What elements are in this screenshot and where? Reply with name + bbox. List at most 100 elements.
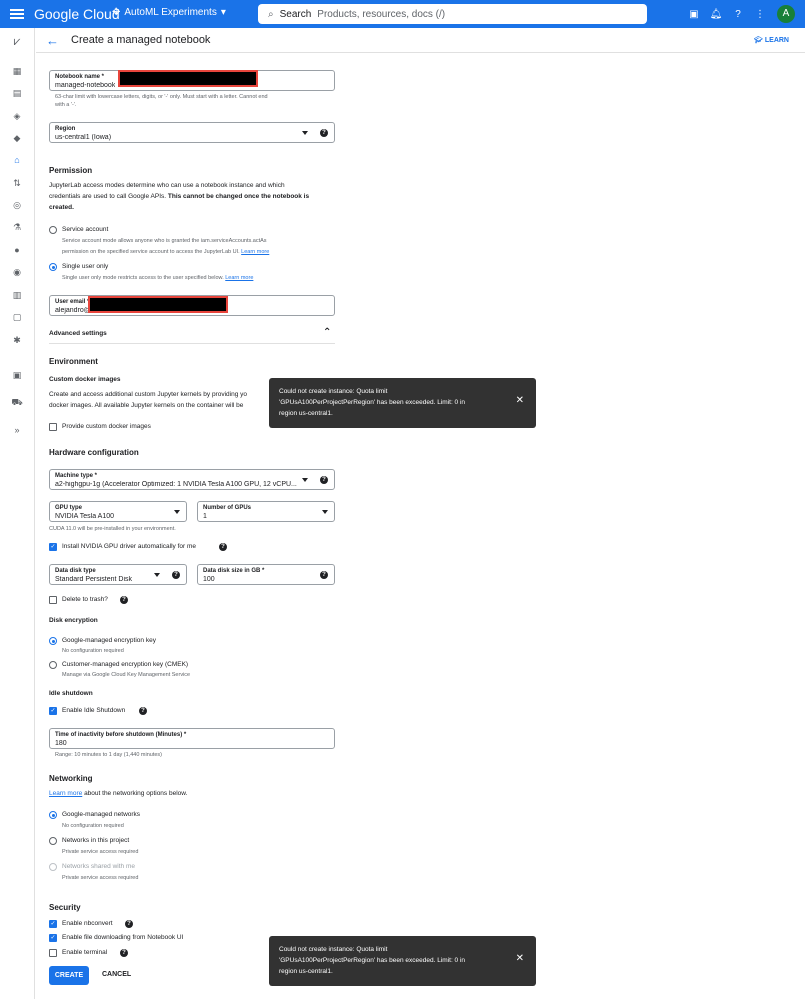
search-icon: ⌕ bbox=[268, 8, 274, 20]
shared-networks-desc: Private service access required bbox=[62, 875, 139, 881]
help-icon[interactable]: ? bbox=[172, 571, 180, 579]
models-icon[interactable]: ● bbox=[10, 243, 24, 257]
permission-desc-3-bold: created. bbox=[49, 204, 74, 211]
chevron-up-icon[interactable]: ⌃ bbox=[323, 327, 331, 338]
google-key-radio[interactable] bbox=[49, 637, 57, 645]
project-selector[interactable]: ✥ AutoML Experiments ▾ bbox=[112, 7, 226, 18]
networking-about: about the networking options below. bbox=[84, 790, 188, 797]
expand-rail-icon[interactable]: » bbox=[10, 423, 24, 437]
learn-more-link[interactable]: Learn more bbox=[225, 275, 253, 281]
search-input[interactable]: ⌕ Search Products, resources, docs (/) bbox=[258, 4, 647, 24]
close-icon[interactable]: ✕ bbox=[516, 395, 524, 406]
pipelines-icon[interactable]: ⇅ bbox=[10, 176, 24, 190]
metadata-icon[interactable]: ▢ bbox=[10, 310, 24, 324]
redaction-box bbox=[118, 70, 258, 87]
cancel-button[interactable]: CANCEL bbox=[102, 971, 131, 978]
machine-type-select[interactable]: Machine type * a2-highgpu-1g (Accelerato… bbox=[49, 469, 335, 490]
menu-icon[interactable] bbox=[10, 7, 24, 21]
toast-line-2: 'GPUsA100PerProjectPerRegion' has been e… bbox=[279, 399, 466, 406]
service-desc-text: permission on the specified service acco… bbox=[62, 249, 240, 255]
chevron-down-icon: ▾ bbox=[220, 7, 226, 18]
help-icon[interactable]: ? bbox=[320, 129, 328, 137]
learn-more-link[interactable]: Learn more bbox=[241, 249, 269, 255]
permission-desc-3: created. bbox=[49, 204, 74, 211]
inactivity-range: Range: 10 minutes to 1 day (1,440 minute… bbox=[55, 752, 163, 758]
networking-heading: Networking bbox=[49, 774, 93, 783]
provide-docker-checkbox[interactable] bbox=[49, 423, 57, 431]
training-icon[interactable]: ◎ bbox=[10, 198, 24, 212]
idle-shutdown-heading: Idle shutdown bbox=[49, 690, 93, 697]
region-select[interactable]: Region us-central1 (Iowa) ? bbox=[49, 122, 335, 143]
back-arrow-icon[interactable]: ← bbox=[46, 33, 59, 48]
matching-engine-icon[interactable]: ✱ bbox=[10, 333, 24, 347]
inactivity-time-field[interactable]: Time of inactivity before shutdown (Minu… bbox=[49, 728, 335, 749]
file-download-label: Enable file downloading from Notebook UI bbox=[62, 934, 184, 941]
single-user-radio[interactable] bbox=[49, 263, 57, 271]
service-account-label: Service account bbox=[62, 226, 109, 233]
error-toast: Could not create instance: Quota limit '… bbox=[269, 378, 536, 428]
google-networks-radio[interactable] bbox=[49, 811, 57, 819]
marketplace-icon[interactable]: ▣ bbox=[10, 368, 24, 382]
dashboard-icon[interactable]: ▦ bbox=[10, 64, 24, 78]
error-toast: Could not create instance: Quota limit '… bbox=[269, 936, 536, 986]
learn-button[interactable]: 🎓︎ LEARN bbox=[754, 36, 789, 44]
service-account-radio[interactable] bbox=[49, 226, 57, 234]
shared-networks-radio bbox=[49, 863, 57, 871]
close-icon[interactable]: ✕ bbox=[516, 953, 524, 964]
learn-more-link[interactable]: Learn more bbox=[49, 790, 82, 797]
shared-networks-label: Networks shared with me bbox=[62, 863, 135, 870]
enable-idle-checkbox[interactable]: ✓ bbox=[49, 707, 57, 715]
labeling-icon[interactable]: ◆ bbox=[10, 131, 24, 145]
workbench-icon[interactable]: ⌂ bbox=[10, 153, 24, 167]
gpu-type-select[interactable]: GPU type NVIDIA Tesla A100 bbox=[49, 501, 187, 522]
google-key-label: Google-managed encryption key bbox=[62, 637, 156, 644]
disk-encryption-heading: Disk encryption bbox=[49, 617, 98, 624]
install-driver-checkbox[interactable]: ✓ bbox=[49, 543, 57, 551]
disk-size-field[interactable]: Data disk size in GB * 100 ? bbox=[197, 564, 335, 585]
create-button[interactable]: CREATE bbox=[49, 966, 89, 985]
num-gpus-select[interactable]: Number of GPUs 1 bbox=[197, 501, 335, 522]
provide-docker-label: Provide custom docker images bbox=[62, 423, 151, 430]
help-icon[interactable]: ? bbox=[320, 476, 328, 484]
help-icon[interactable]: ? bbox=[727, 9, 749, 20]
advanced-settings-toggle[interactable]: Advanced settings bbox=[49, 330, 107, 337]
avatar[interactable]: A bbox=[777, 5, 795, 23]
datasets-icon[interactable]: ▤ bbox=[10, 86, 24, 100]
batch-icon[interactable]: ▥ bbox=[10, 288, 24, 302]
experiments-icon[interactable]: ⚗ bbox=[10, 220, 24, 234]
nbconvert-checkbox[interactable]: ✓ bbox=[49, 920, 57, 928]
disk-size-label: Data disk size in GB * bbox=[203, 568, 265, 574]
cart-icon[interactable]: ⛟ bbox=[10, 395, 24, 409]
endpoints-icon[interactable]: ◉ bbox=[10, 265, 24, 279]
delete-trash-checkbox[interactable] bbox=[49, 596, 57, 604]
name-hint-2: with a '-'. bbox=[55, 102, 77, 108]
cmek-desc: Manage via Google Cloud Key Management S… bbox=[62, 672, 191, 678]
file-download-checkbox[interactable]: ✓ bbox=[49, 934, 57, 942]
help-icon[interactable]: ? bbox=[120, 949, 128, 957]
nbconvert-label: Enable nbconvert bbox=[62, 920, 113, 927]
vertex-ai-logo-icon[interactable]: ⩗ bbox=[10, 34, 24, 48]
help-icon[interactable]: ? bbox=[139, 707, 147, 715]
user-email-label: User email * bbox=[55, 299, 90, 305]
permission-desc-2-text: credentials are used to call Google APIs… bbox=[49, 193, 167, 200]
single-user-label: Single user only bbox=[62, 263, 109, 270]
cloud-shell-icon[interactable]: ▣ bbox=[683, 9, 705, 20]
custom-docker-heading: Custom docker images bbox=[49, 376, 121, 383]
cmek-radio[interactable] bbox=[49, 661, 57, 669]
more-vert-icon[interactable]: ⋮ bbox=[749, 9, 771, 20]
help-icon[interactable]: ? bbox=[125, 920, 133, 928]
docker-desc-2: docker images. All available Jupyter ker… bbox=[49, 402, 244, 409]
terminal-checkbox[interactable] bbox=[49, 949, 57, 957]
project-networks-desc: Private service access required bbox=[62, 849, 139, 855]
page-header: ← Create a managed notebook 🎓︎ LEARN bbox=[36, 28, 805, 53]
google-cloud-logo[interactable]: Google Cloud bbox=[34, 6, 120, 22]
help-icon[interactable]: ? bbox=[219, 543, 227, 551]
permission-desc-2-bold: This cannot be changed once the notebook… bbox=[167, 193, 310, 200]
notifications-icon[interactable]: 🔔︎ bbox=[705, 9, 727, 20]
features-icon[interactable]: ◈ bbox=[10, 109, 24, 123]
disk-type-select[interactable]: Data disk type Standard Persistent Disk … bbox=[49, 564, 187, 585]
project-networks-radio[interactable] bbox=[49, 837, 57, 845]
help-icon[interactable]: ? bbox=[320, 571, 328, 579]
help-icon[interactable]: ? bbox=[120, 596, 128, 604]
dropdown-arrow-icon bbox=[174, 510, 180, 514]
